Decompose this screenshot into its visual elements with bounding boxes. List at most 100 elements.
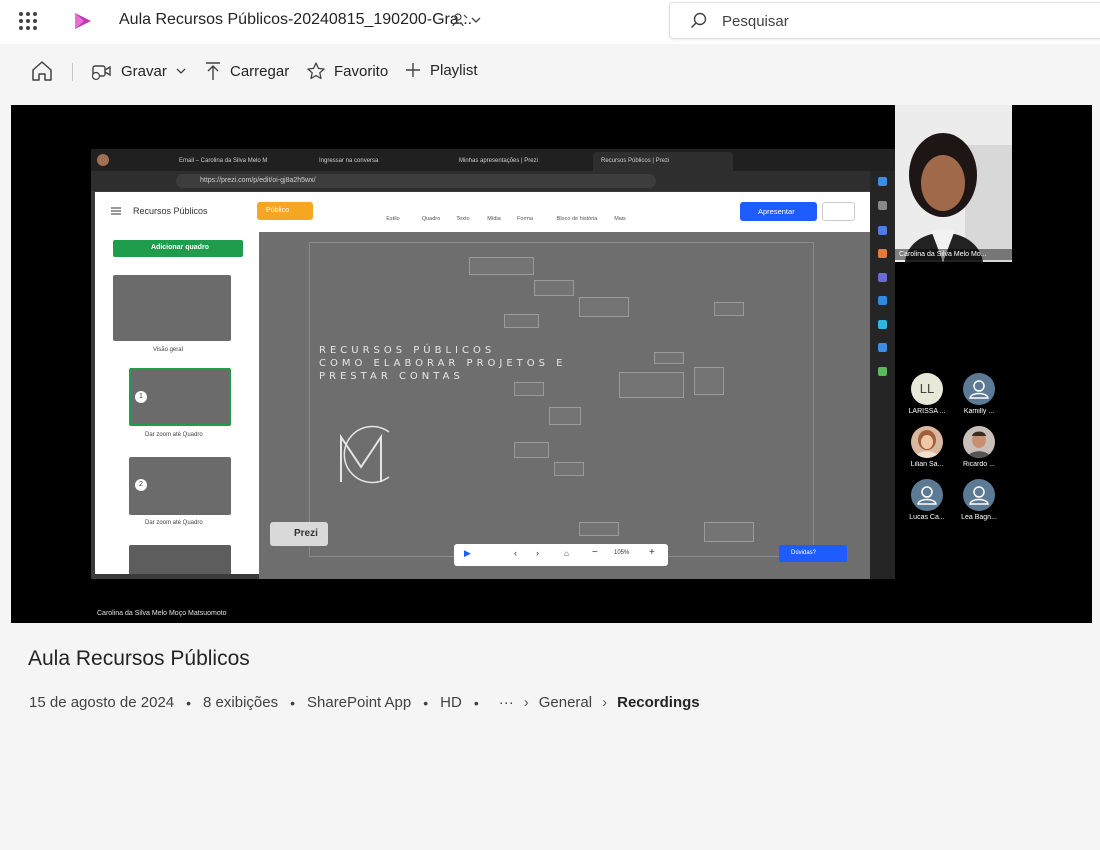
separator-dot: •: [186, 694, 192, 711]
chevron-down-icon[interactable]: [470, 15, 482, 25]
search-input[interactable]: Pesquisar: [722, 13, 789, 30]
view-count: 8 exibições: [203, 694, 279, 711]
profile-avatar-icon: [97, 154, 109, 166]
video-player[interactable]: Email – Carolina da Silva Melo M Ingress…: [11, 105, 1092, 623]
browser-tab: Minhas apresentações | Prezi: [459, 158, 538, 164]
upload-date: 15 de agosto de 2024: [29, 694, 175, 711]
participant-name: LARISSA ...: [908, 408, 946, 415]
tool-label: Estilo: [386, 216, 400, 222]
avatar: [963, 426, 995, 458]
record-label: Gravar: [121, 62, 167, 80]
upload-label: Carregar: [230, 62, 290, 80]
frames-panel: Adicionar quadro Visão geral 1 Dar zoom …: [95, 232, 259, 574]
frame-label: Dar zoom até Quadro: [145, 432, 203, 438]
participant-tile: Kamilly ...: [956, 373, 1002, 415]
home-icon[interactable]: [30, 60, 54, 82]
upload-button[interactable]: Carregar: [204, 61, 289, 81]
command-bar: Gravar Carregar Favorito Playlist: [0, 44, 1100, 100]
presenter-camera: Carolina da Silva Melo Mo...: [895, 105, 1012, 262]
separator-dot: •: [473, 694, 479, 711]
participant-name: Lilian Sa...: [910, 461, 944, 468]
canvas-node: [514, 442, 549, 458]
breadcrumb-more-button[interactable]: ···: [499, 694, 514, 711]
video-title: Aula Recursos Públicos: [28, 647, 250, 670]
prezi-title: Recursos Públicos: [133, 206, 208, 216]
tool-label: Forma: [517, 216, 533, 222]
avatar: [911, 479, 943, 511]
breadcrumb-general[interactable]: General: [539, 694, 592, 711]
stream-logo-icon[interactable]: [72, 11, 94, 31]
person-icon: [969, 380, 989, 399]
person-photo-icon: [967, 431, 991, 458]
prezi-logo-badge: Prezi: [270, 522, 328, 546]
canvas-node: [714, 302, 744, 316]
zoom-controls: ▶ ‹ › ⌂ − 105% +: [454, 544, 668, 566]
browser-tab: Email – Carolina da Silva Melo M: [179, 158, 268, 164]
person-icon: [969, 486, 989, 505]
search-box[interactable]: Pesquisar: [669, 2, 1100, 39]
canvas-node: [579, 522, 619, 536]
favorite-label: Favorito: [334, 62, 389, 80]
prezi-canvas: RECURSOS PÚBLICOS COMO ELABORAR PROJETOS…: [259, 232, 870, 579]
breadcrumb-recordings[interactable]: Recordings: [617, 694, 700, 711]
step-number: 2: [135, 479, 147, 491]
camera-record-icon: [91, 65, 111, 81]
browser-tab: Ingressar na conversa: [319, 158, 379, 164]
title-line: RECURSOS PÚBLICOS: [319, 345, 496, 356]
document-title[interactable]: Aula Recursos Públicos-20240815_190200-G…: [119, 11, 472, 29]
participant-tile: Ricardo ...: [956, 426, 1002, 468]
present-button: Apresentar: [740, 202, 817, 221]
presenter-caption: Carolina da Silva Melo Moço Matsuomoto: [97, 610, 227, 617]
participant-tile: Lea Bagn...: [956, 479, 1002, 521]
canvas-node: [549, 407, 581, 425]
canvas-node: [654, 352, 684, 364]
tool-label: Mais: [614, 216, 626, 222]
shared-screen: Email – Carolina da Silva Melo M Ingress…: [91, 149, 895, 579]
url-field: https://prezi.com/p/edit/oi-gj8a2h5wx/: [176, 174, 656, 188]
person-icon: [917, 486, 937, 505]
participant-name: Ricardo ...: [963, 461, 995, 468]
participant-name: Lucas Ca...: [909, 514, 945, 521]
separator-dot: •: [423, 694, 429, 711]
export-button: [822, 202, 855, 221]
participant-name: Lea Bagn...: [961, 514, 997, 521]
canvas-node: [534, 280, 574, 296]
video-metadata: 15 de agosto de 2024 • 8 exibições • Sha…: [29, 694, 700, 711]
chevron-down-icon: [176, 68, 186, 74]
browser-tab-strip: Email – Carolina da Silva Melo M Ingress…: [91, 149, 895, 171]
mc-logo-icon: [340, 425, 390, 484]
frame-thumbnail: [129, 545, 231, 574]
top-bar: Aula Recursos Públicos-20240815_190200-G…: [0, 0, 1100, 44]
shared-people-icon[interactable]: [452, 12, 468, 28]
zoom-level: 105%: [614, 550, 630, 556]
plus-icon: [406, 63, 420, 77]
avatar: LL: [911, 373, 943, 405]
canvas-node: [514, 382, 544, 396]
overview-label: Visão geral: [153, 347, 183, 353]
prezi-toolbar: Recursos Públicos Público Estilo Quadro …: [95, 192, 870, 232]
visibility-button: Público: [257, 202, 313, 220]
favorite-button[interactable]: Favorito: [306, 61, 388, 81]
chevron-right-icon: ›: [523, 694, 529, 711]
presenter-video-icon: [895, 105, 1012, 262]
avatar: [911, 426, 943, 458]
separator-dot: •: [290, 694, 295, 711]
participant-name: Kamilly ...: [963, 408, 995, 415]
playlist-button[interactable]: Playlist: [404, 61, 478, 79]
browser-sidebar: [870, 171, 895, 579]
upload-icon: [206, 62, 220, 80]
questions-button: Dúvidas?: [779, 545, 847, 562]
canvas-node: [554, 462, 584, 476]
search-icon: [690, 12, 707, 29]
overview-thumbnail: [113, 275, 231, 341]
divider: [72, 63, 73, 81]
record-button[interactable]: Gravar: [91, 61, 187, 81]
canvas-node: [579, 297, 629, 317]
address-bar: https://prezi.com/p/edit/oi-gj8a2h5wx/: [91, 171, 895, 191]
app-launcher-icon[interactable]: [19, 12, 37, 30]
add-frame-button: Adicionar quadro: [113, 240, 243, 257]
step-number: 1: [135, 391, 147, 403]
chevron-right-icon: ›: [602, 694, 608, 711]
canvas-node: [619, 372, 684, 398]
playlist-label: Playlist: [430, 61, 478, 79]
